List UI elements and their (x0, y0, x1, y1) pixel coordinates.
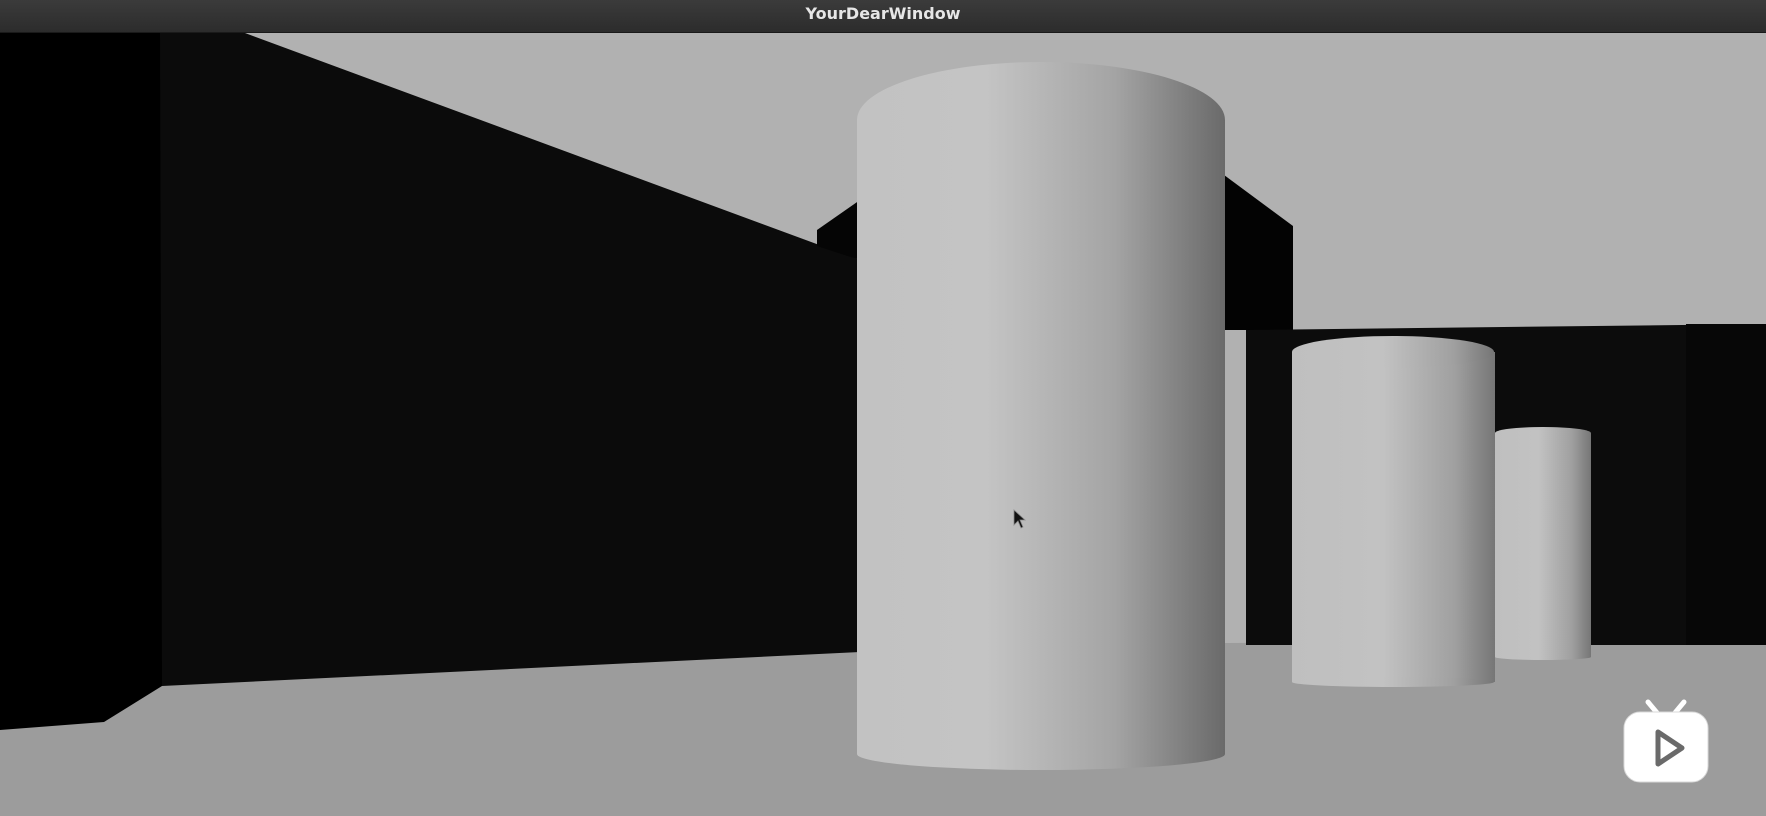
back-wall-seam (1686, 324, 1766, 645)
pillar-small (1495, 427, 1591, 660)
mouse-pointer-icon (1013, 509, 1027, 529)
window-title: YourDearWindow (0, 0, 1766, 33)
left-wall-edge (0, 33, 162, 730)
pillar-medium (1292, 336, 1495, 687)
render-viewport[interactable] (0, 33, 1766, 816)
app-window: YourDearWindow (0, 0, 1766, 816)
bilibili-tv-play-icon (1623, 699, 1709, 783)
pillar-large (857, 62, 1225, 770)
3d-scene (0, 33, 1766, 816)
